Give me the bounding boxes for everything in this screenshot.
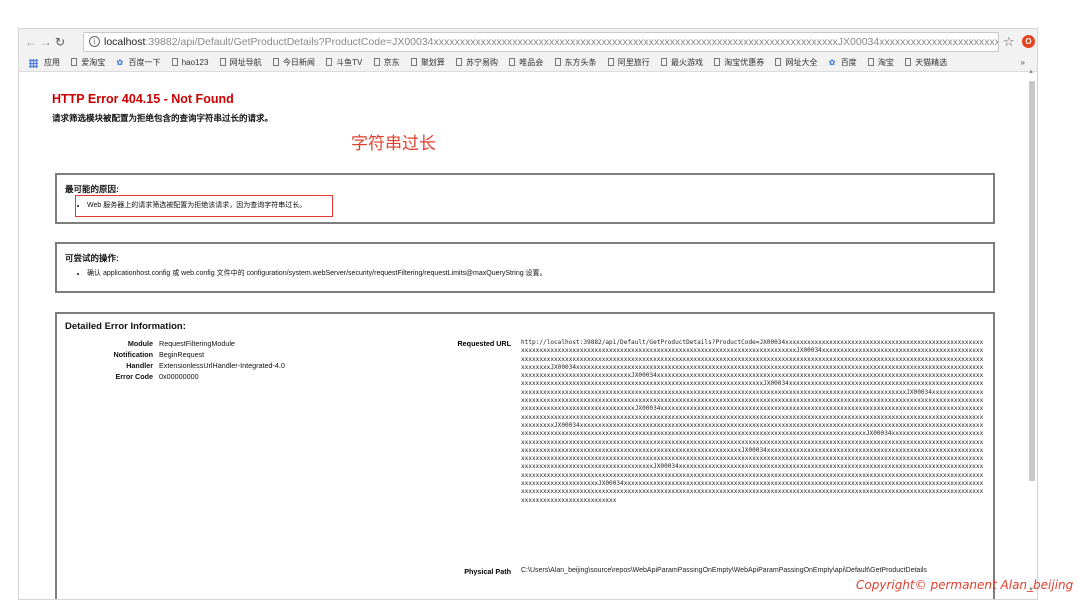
detail-value: BeginRequest [159, 350, 205, 359]
forward-icon[interactable]: → [40, 34, 52, 50]
bookmark-item[interactable]: 今日新闻 [272, 55, 315, 71]
baidu-paw-icon: ✿ [828, 58, 836, 67]
page-icon [660, 58, 667, 66]
bookmark-item[interactable]: ✿ 百度一下 [116, 55, 160, 71]
cause-item: Web 服务器上的请求筛选被配置为拒绝该请求，因为查询字符串过长。 [87, 200, 306, 210]
page-icon [456, 58, 463, 66]
url-host: localhost [104, 36, 146, 48]
detail-value: ExtensionlessUrlHandler-Integrated-4.0 [159, 361, 285, 370]
browser-window: ← → ↻ i localhost:39882/api/Default/GetP… [18, 28, 1038, 600]
page-icon [775, 58, 782, 66]
bookmark-item[interactable]: 网址大全 [775, 55, 817, 71]
page-title: HTTP Error 404.15 - Not Found [52, 92, 234, 106]
bookmark-item[interactable]: 淘宝 [867, 55, 894, 71]
actions-panel: 可尝试的操作: 确认 applicationhost.config 或 web.… [55, 242, 995, 293]
page-icon [171, 58, 178, 66]
apps-grid-icon[interactable] [29, 59, 38, 68]
page-icon [867, 58, 874, 66]
bookmark-item[interactable]: 京东 [373, 55, 400, 71]
actions-heading: 可尝试的操作: [65, 253, 119, 263]
causes-list: Web 服务器上的请求筛选被配置为拒绝该请求，因为查询字符串过长。 [87, 200, 306, 210]
bookmark-item[interactable]: 斗鱼TV [326, 55, 362, 71]
page-icon [71, 58, 78, 66]
detail-label: Handler [126, 361, 153, 370]
causes-panel: 最可能的原因: Web 服务器上的请求筛选被配置为拒绝该请求，因为查询字符串过长… [55, 173, 995, 224]
detail-value: RequestFilteringModule [159, 339, 235, 348]
page-icon [219, 58, 226, 66]
bookmark-item[interactable]: 淘宝优惠券 [714, 55, 764, 71]
page-icon [554, 58, 561, 66]
physical-path-value: C:\Users\Alan_beijing\source\repos\WebAp… [521, 567, 927, 574]
page-icon [607, 58, 614, 66]
page-icon [509, 58, 516, 66]
page-icon [905, 58, 912, 66]
error-page: HTTP Error 404.15 - Not Found 请求筛选模块被配置为… [19, 73, 1025, 599]
bookmark-item[interactable]: 爱淘宝 [71, 55, 105, 71]
bookmark-apps[interactable]: 应用 [44, 55, 60, 71]
star-icon[interactable]: ☆ [1003, 34, 1015, 50]
action-item: 确认 applicationhost.config 或 web.config 文… [87, 268, 547, 278]
page-icon [373, 58, 380, 66]
address-bar: ← → ↻ i localhost:39882/api/Default/GetP… [19, 29, 1037, 55]
physical-path-label: Physical Path [464, 567, 511, 576]
bookmarks-bar: 应用 爱淘宝 ✿ 百度一下 hao123 网址导航 今日新闻 斗鱼TV 京东 聚划… [19, 55, 1037, 72]
bookmark-item[interactable]: 唯品会 [509, 55, 543, 71]
bookmark-item[interactable]: 阿里旅行 [607, 55, 650, 71]
bookmark-list: 应用 爱淘宝 ✿ 百度一下 hao123 网址导航 今日新闻 斗鱼TV 京东 聚划… [44, 55, 956, 71]
back-icon[interactable]: ← [25, 34, 37, 50]
baidu-paw-icon: ✿ [116, 58, 124, 67]
causes-heading: 最可能的原因: [65, 184, 119, 194]
bookmark-item[interactable]: 最火游戏 [660, 55, 703, 71]
detail-heading: Detailed Error Information: [65, 321, 186, 332]
copyright-watermark: Copyright© permanent Alan_beijing [856, 578, 1074, 592]
detail-label: Module [127, 339, 153, 348]
error-summary: 请求筛选模块被配置为拒绝包含的查询字符串过长的请求。 [52, 113, 274, 123]
detail-label: Notification [113, 350, 153, 359]
url-path: :39882/api/Default/GetProductDetails?Pro… [145, 36, 999, 48]
bookmark-item[interactable]: 苏宁易购 [456, 55, 498, 71]
bookmark-item[interactable]: hao123 [171, 55, 208, 71]
page-icon [714, 58, 721, 66]
detail-value: 0x00000000 [159, 372, 199, 381]
annotation-text: 字符串过长 [351, 134, 436, 154]
bookmark-item[interactable]: 聚划算 [410, 55, 445, 71]
bookmark-item[interactable]: 网址导航 [219, 55, 262, 71]
bookmark-item[interactable]: 天猫精选 [905, 55, 947, 71]
page-icon [410, 58, 417, 66]
bookmark-item[interactable]: 东方头条 [554, 55, 597, 71]
opera-icon[interactable]: O [1022, 35, 1035, 48]
scroll-up-icon[interactable]: ▲ [1028, 69, 1034, 75]
reload-icon[interactable]: ↻ [55, 34, 65, 50]
detail-panel: Detailed Error Information: Module Reque… [55, 312, 995, 599]
requested-url-label: Requested URL [457, 339, 511, 348]
info-icon[interactable]: i [89, 36, 100, 47]
bookmark-item[interactable]: ✿ 百度 [829, 55, 857, 71]
vertical-scrollbar[interactable]: ▲ ▼ [1028, 69, 1035, 599]
page-icon [272, 58, 279, 66]
scroll-thumb[interactable] [1029, 81, 1035, 481]
actions-list: 确认 applicationhost.config 或 web.config 文… [87, 268, 547, 278]
bookmarks-overflow-button[interactable]: » [1021, 55, 1025, 71]
detail-label: Error Code [115, 372, 153, 381]
url-input[interactable]: i localhost:39882/api/Default/GetProduct… [83, 32, 999, 52]
requested-url-value: http://localhost:39882/api/Default/GetPr… [521, 339, 984, 504]
page-icon [326, 58, 333, 66]
